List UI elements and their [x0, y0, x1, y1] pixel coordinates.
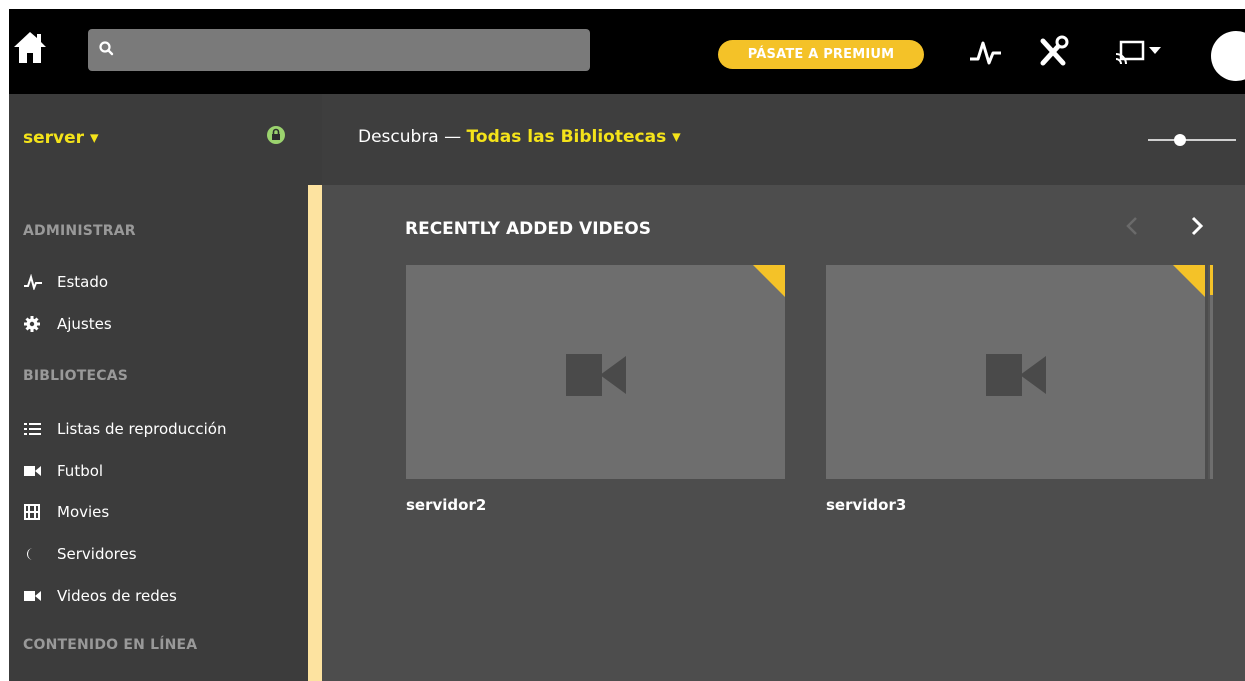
- unwatched-badge: [753, 265, 785, 297]
- premium-button[interactable]: PÁSATE A PREMIUM: [718, 40, 924, 69]
- breadcrumb-prefix[interactable]: Descubra: [358, 127, 439, 147]
- search-icon: [98, 40, 116, 58]
- gear-icon: [23, 316, 43, 332]
- sidebar-item-label: Ajustes: [57, 315, 112, 333]
- sidebar-item-label: Listas de reproducción: [57, 420, 227, 438]
- breadcrumb-bar: Descubra — Todas las Bibliotecas ▾: [322, 94, 1245, 185]
- sidebar-item-label: Servidores: [57, 545, 137, 563]
- chevron-right-icon[interactable]: [1187, 214, 1207, 238]
- unwatched-badge: [1173, 265, 1205, 297]
- section-title: RECENTLY ADDED VIDEOS: [405, 219, 651, 239]
- next-card-peek: [1208, 265, 1213, 479]
- sidebar-item-estado[interactable]: Estado: [23, 271, 108, 293]
- card-title[interactable]: servidor2: [406, 496, 486, 514]
- top-bar: PÁSATE A PREMIUM: [9, 9, 1245, 94]
- lock-icon[interactable]: [266, 125, 286, 145]
- video-camera-icon: [986, 354, 1046, 396]
- sidebar-item-listas[interactable]: Listas de reproducción: [23, 418, 227, 440]
- search-input[interactable]: [88, 29, 590, 71]
- sidebar-item-label: Futbol: [57, 462, 104, 480]
- section-header-contenido: CONTENIDO EN LÍNEA: [23, 637, 198, 653]
- sidebar-item-servidores[interactable]: Servidores: [23, 543, 137, 565]
- video-card[interactable]: [826, 265, 1205, 479]
- card-title[interactable]: servidor3: [826, 496, 906, 514]
- avatar[interactable]: [1211, 31, 1245, 81]
- sidebar-item-futbol[interactable]: Futbol: [23, 460, 103, 482]
- sidebar-item-videos-de-redes[interactable]: Videos de redes: [23, 585, 177, 607]
- sidebar-item-movies[interactable]: Movies: [23, 501, 109, 523]
- cast-icon[interactable]: [1113, 35, 1173, 67]
- breadcrumb-separator: —: [438, 127, 467, 147]
- activity-icon: [23, 273, 43, 292]
- library-dropdown[interactable]: Todas las Bibliotecas ▾: [467, 127, 681, 147]
- chevron-left-icon[interactable]: [1122, 214, 1142, 238]
- activity-icon[interactable]: [967, 35, 1005, 67]
- breadcrumb: Descubra — Todas las Bibliotecas ▾: [358, 127, 681, 147]
- sidebar-item-label: Estado: [57, 273, 109, 291]
- tools-icon[interactable]: [1035, 35, 1073, 67]
- app-window: PÁSATE A PREMIUM server ▾ Descubra — Tod…: [9, 9, 1245, 681]
- server-dropdown[interactable]: server ▾: [23, 128, 98, 148]
- section-header-administrar: ADMINISTRAR: [23, 223, 136, 239]
- size-slider[interactable]: [1148, 132, 1236, 146]
- video-card[interactable]: [406, 265, 785, 479]
- sidebar-item-ajustes[interactable]: Ajustes: [23, 313, 112, 335]
- moon-icon: [23, 546, 43, 562]
- video-camera-icon: [23, 463, 43, 479]
- section-header-bibliotecas: BIBLIOTECAS: [23, 368, 129, 384]
- sidebar-item-label: Movies: [57, 503, 110, 521]
- sidebar: ADMINISTRAR Estado Ajustes BIBLIOTECAS L…: [9, 185, 308, 681]
- film-icon: [23, 504, 43, 520]
- video-camera-icon: [23, 588, 43, 604]
- playlist-icon: [23, 421, 43, 437]
- video-camera-icon: [566, 354, 626, 396]
- sidebar-scrollbar[interactable]: [308, 185, 322, 681]
- home-icon[interactable]: [12, 29, 48, 65]
- sidebar-item-label: Videos de redes: [57, 587, 177, 605]
- server-selector-bar: server ▾: [9, 94, 322, 185]
